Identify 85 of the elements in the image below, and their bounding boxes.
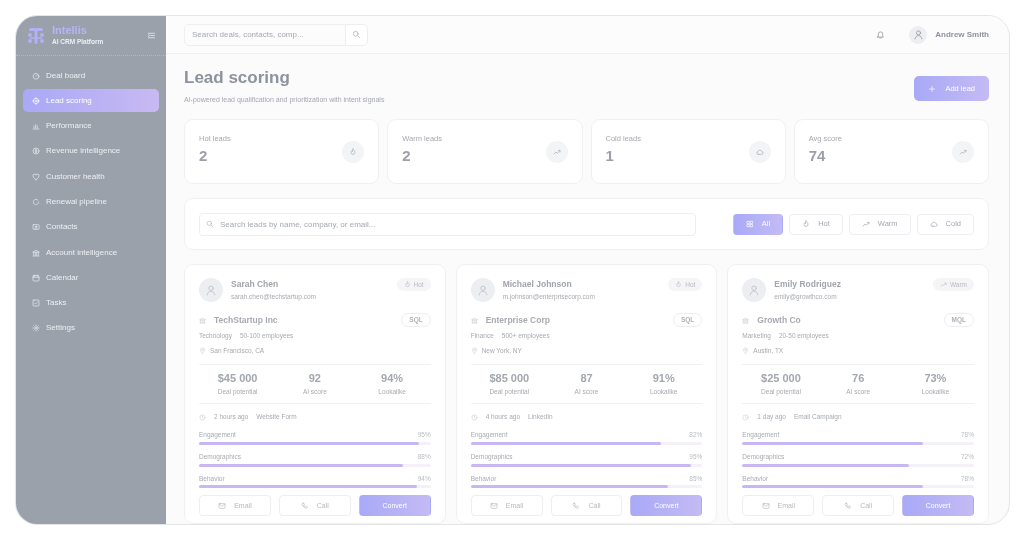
stat-value: 74 xyxy=(808,147,827,166)
sidebar-item[interactable]: Contacts xyxy=(23,215,159,239)
sidebar-item[interactable]: Customer health xyxy=(23,165,159,189)
phone-icon xyxy=(572,501,581,510)
sidebar-item[interactable]: Deal board xyxy=(23,64,159,87)
lookalike-value: 94% xyxy=(380,371,405,385)
sidebar-item[interactable]: Calendar xyxy=(23,266,159,290)
deal-value: $45 000 xyxy=(216,371,259,385)
location-pin-icon xyxy=(470,347,478,355)
person-icon xyxy=(748,284,761,296)
location-pin-icon xyxy=(742,347,750,355)
sidebar-item[interactable]: Renewal pipeline xyxy=(23,190,159,214)
building-icon xyxy=(742,316,750,324)
mail-icon xyxy=(218,501,227,510)
company-name: Enterprise Corp xyxy=(485,313,551,327)
person-icon xyxy=(912,29,924,41)
lead-search-field[interactable]: Search leads by name, company, or email... xyxy=(199,212,696,236)
search-icon xyxy=(352,30,361,40)
deal-value: $85 000 xyxy=(488,371,531,385)
sidebar-item[interactable]: Account intelligence xyxy=(23,241,159,265)
sidebar-item[interactable]: Performance xyxy=(23,114,159,138)
trend-up-icon xyxy=(552,148,561,156)
flame-icon xyxy=(675,281,683,288)
building-icon xyxy=(199,316,206,324)
search-icon xyxy=(206,219,214,228)
menu-collapse-button[interactable] xyxy=(147,31,156,40)
contact-card-icon xyxy=(32,223,40,232)
notification-icon xyxy=(876,30,886,40)
search-button[interactable] xyxy=(346,23,368,46)
clock-icon xyxy=(470,413,478,421)
search-field[interactable]: Search deals, contacts, comp... xyxy=(184,23,346,46)
flame-icon xyxy=(403,281,411,288)
sidebar-item[interactable]: Lead scoring xyxy=(23,89,159,113)
clock-icon xyxy=(199,413,206,421)
ai-score: 87 xyxy=(579,371,594,385)
user-name[interactable]: Andrew Smith xyxy=(935,28,989,41)
menu-collapse-icon xyxy=(147,31,156,40)
person-icon xyxy=(205,284,217,296)
checkbox-icon xyxy=(32,299,40,308)
notification-button[interactable] xyxy=(876,30,886,40)
sidebar-item[interactable]: Settings xyxy=(23,316,159,340)
lead-name: Sarah Chen xyxy=(231,278,280,289)
cloud-icon xyxy=(755,148,764,156)
person-icon xyxy=(476,284,489,296)
building-icon xyxy=(32,248,40,257)
cloud-icon xyxy=(929,220,938,228)
settings-icon xyxy=(32,324,40,333)
sidebar-item[interactable]: Tasks xyxy=(23,291,159,315)
mail-icon xyxy=(489,501,498,510)
lead-name: Emily Rodriguez xyxy=(774,278,842,289)
lookalike-value: 91% xyxy=(651,371,676,385)
grid-icon xyxy=(745,220,754,228)
ai-score: 92 xyxy=(307,371,322,385)
flame-icon xyxy=(349,148,358,156)
stat-value: 1 xyxy=(605,147,615,166)
ai-score: 76 xyxy=(851,371,866,385)
location-pin-icon xyxy=(199,347,206,355)
plus-icon xyxy=(928,84,937,93)
phone-icon xyxy=(300,501,309,510)
heart-icon xyxy=(32,172,40,181)
calendar-icon xyxy=(32,273,40,282)
flame-icon xyxy=(802,220,811,228)
trend-up-icon xyxy=(861,220,870,228)
building-icon xyxy=(470,316,478,324)
lead-name: Michael Johnson xyxy=(502,278,573,289)
target-icon xyxy=(32,96,40,105)
gauge-icon xyxy=(32,71,40,80)
lookalike-value: 73% xyxy=(923,371,948,385)
clock-icon xyxy=(742,413,750,421)
mail-icon xyxy=(761,501,770,510)
trend-up-icon xyxy=(959,148,967,156)
phone-icon xyxy=(844,501,853,510)
dollar-icon xyxy=(32,147,40,156)
company-name: TechStartup Inc xyxy=(214,313,279,327)
sidebar-item[interactable]: Revenue intelligence xyxy=(23,139,159,163)
trend-up-icon xyxy=(939,281,947,288)
stat-value: 2 xyxy=(199,147,209,166)
stat-value: 2 xyxy=(402,147,412,166)
logo-icon xyxy=(26,25,46,46)
deal-value: $25 000 xyxy=(760,371,802,385)
brand-name: Intellis xyxy=(52,25,88,37)
refresh-icon xyxy=(32,198,40,206)
company-name: Growth Co xyxy=(757,313,802,327)
bar-chart-icon xyxy=(32,122,40,131)
page-title: Lead scoring xyxy=(184,68,291,89)
